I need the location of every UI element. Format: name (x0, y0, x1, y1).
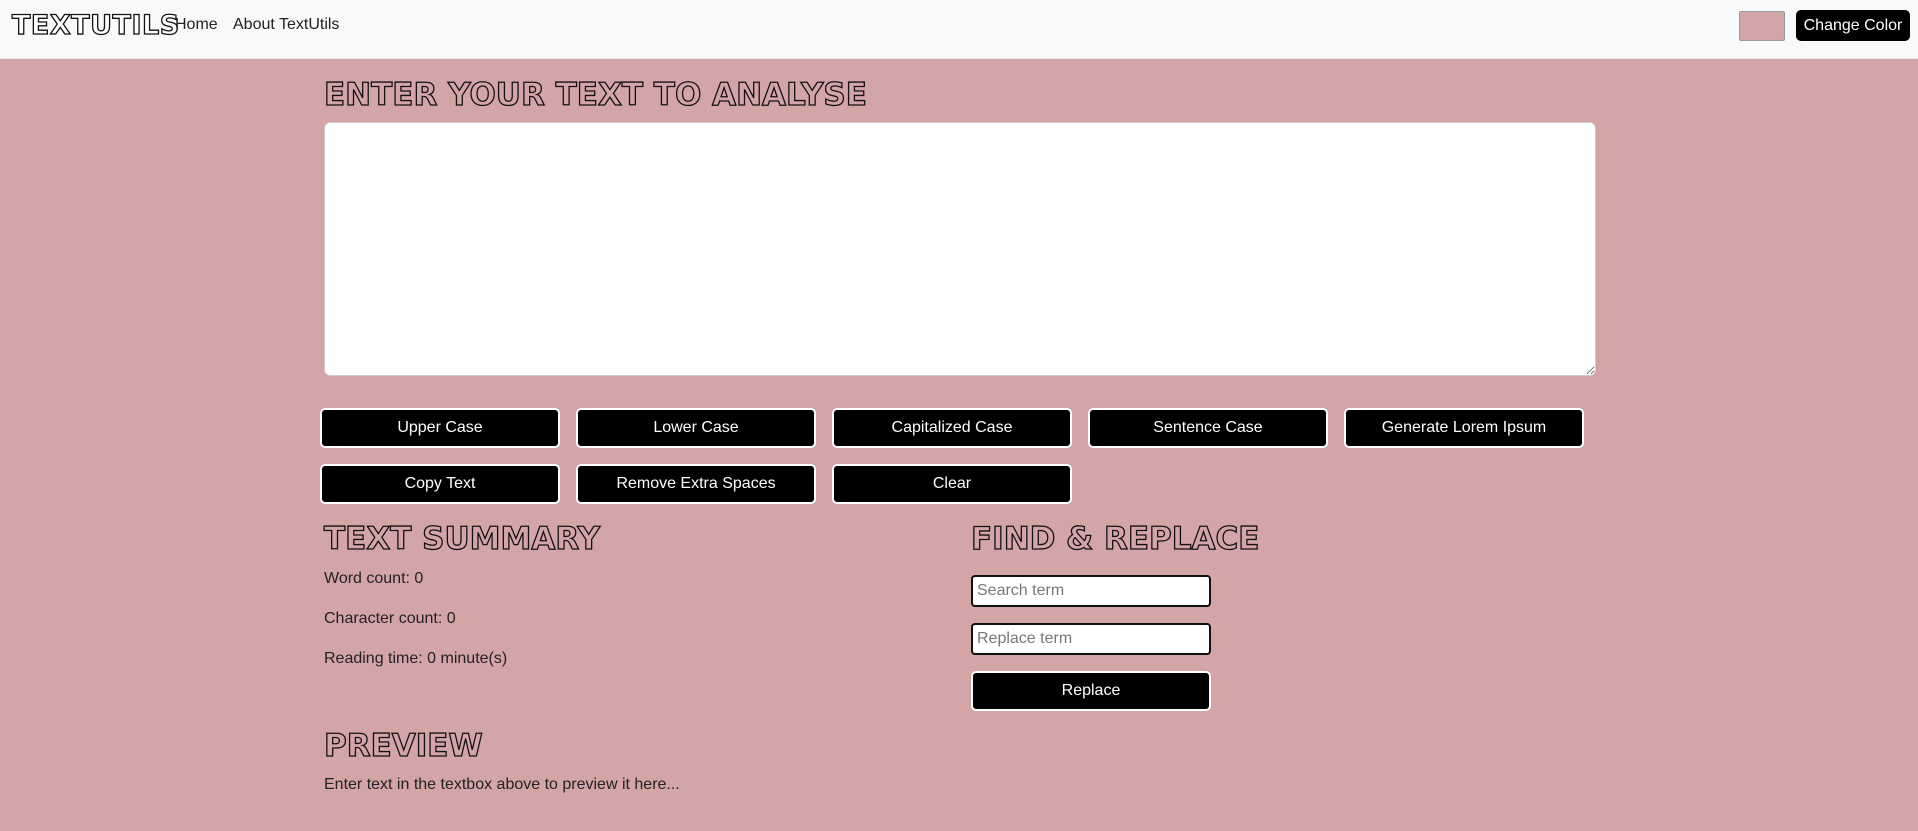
lower-case-button[interactable]: Lower Case (576, 408, 816, 448)
page-title: ENTER YOUR TEXT TO ANALYSE (323, 76, 867, 113)
change-color-button[interactable]: Change Color (1796, 10, 1910, 41)
nav-link-about[interactable]: About TextUtils (233, 16, 339, 34)
preview-text: Enter text in the textbox above to previ… (324, 776, 680, 793)
clear-button[interactable]: Clear (832, 464, 1072, 504)
nav-link-home[interactable]: Home (175, 16, 218, 34)
reading-time: Reading time: 0 minute(s) (324, 650, 508, 667)
replace-term-input[interactable] (971, 623, 1211, 655)
text-summary-heading: TEXT SUMMARY (323, 520, 600, 557)
remove-extra-spaces-button[interactable]: Remove Extra Spaces (576, 464, 816, 504)
find-replace-heading: FIND & REPLACE (970, 520, 1260, 557)
text-input-area[interactable] (324, 122, 1596, 376)
preview-heading: PREVIEW (323, 727, 483, 764)
copy-text-button[interactable]: Copy Text (320, 464, 560, 504)
color-picker[interactable] (1739, 11, 1785, 41)
word-count: Word count: 0 (324, 570, 424, 587)
replace-button[interactable]: Replace (971, 671, 1211, 711)
navbar: TEXTUTILS Home About TextUtils Change Co… (0, 0, 1918, 59)
sentence-case-button[interactable]: Sentence Case (1088, 408, 1328, 448)
capitalized-case-button[interactable]: Capitalized Case (832, 408, 1072, 448)
character-count: Character count: 0 (324, 610, 456, 627)
brand-logo[interactable]: TEXTUTILS (11, 9, 179, 41)
generate-lorem-ipsum-button[interactable]: Generate Lorem Ipsum (1344, 408, 1584, 448)
upper-case-button[interactable]: Upper Case (320, 408, 560, 448)
search-term-input[interactable] (971, 575, 1211, 607)
